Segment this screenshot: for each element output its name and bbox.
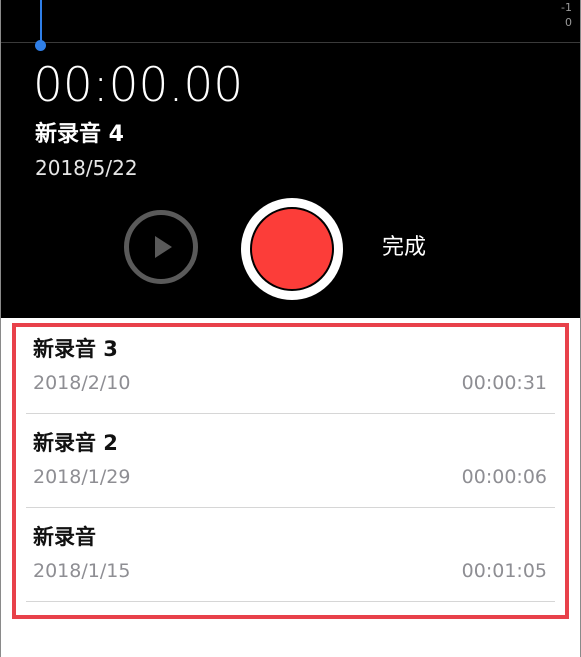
current-recording-title[interactable]: 新录音 4 <box>35 120 124 150</box>
playhead-handle[interactable] <box>35 40 46 51</box>
recording-name: 新录音 <box>33 525 96 549</box>
recording-panel: -1 0 00:00.00 新录音 4 2018/5/22 完成 <box>0 0 581 318</box>
playhead-line[interactable] <box>40 0 42 44</box>
play-button[interactable] <box>124 210 198 284</box>
recording-duration: 00:01:05 <box>461 560 547 582</box>
recording-duration: 00:00:31 <box>461 372 547 394</box>
play-icon <box>155 236 172 258</box>
record-button[interactable] <box>241 198 343 300</box>
decibel-label: 0 <box>565 16 572 29</box>
list-item[interactable]: 新录音 2 2018/1/29 00:00:06 <box>26 414 555 508</box>
recording-date: 2018/1/15 <box>33 560 131 582</box>
waveform-area[interactable]: -1 0 <box>1 0 580 51</box>
done-button[interactable]: 完成 <box>382 232 426 264</box>
list-item[interactable]: 新录音 3 2018/2/10 00:00:31 <box>26 320 555 414</box>
voice-memos-screen: -1 0 00:00.00 新录音 4 2018/5/22 完成 新录音 3 2… <box>0 0 581 657</box>
recording-date: 2018/1/29 <box>33 466 131 488</box>
recording-name: 新录音 2 <box>33 431 118 455</box>
recording-timer: 00:00.00 <box>33 58 244 113</box>
recording-duration: 00:00:06 <box>461 466 547 488</box>
current-recording-date: 2018/5/22 <box>35 156 138 180</box>
list-item[interactable]: 新录音 2018/1/15 00:01:05 <box>26 508 555 602</box>
record-icon <box>250 207 334 291</box>
recording-date: 2018/2/10 <box>33 372 131 394</box>
recording-name: 新录音 3 <box>33 337 118 361</box>
decibel-label: -1 <box>561 1 572 14</box>
decibel-scale: -1 0 <box>548 0 572 30</box>
